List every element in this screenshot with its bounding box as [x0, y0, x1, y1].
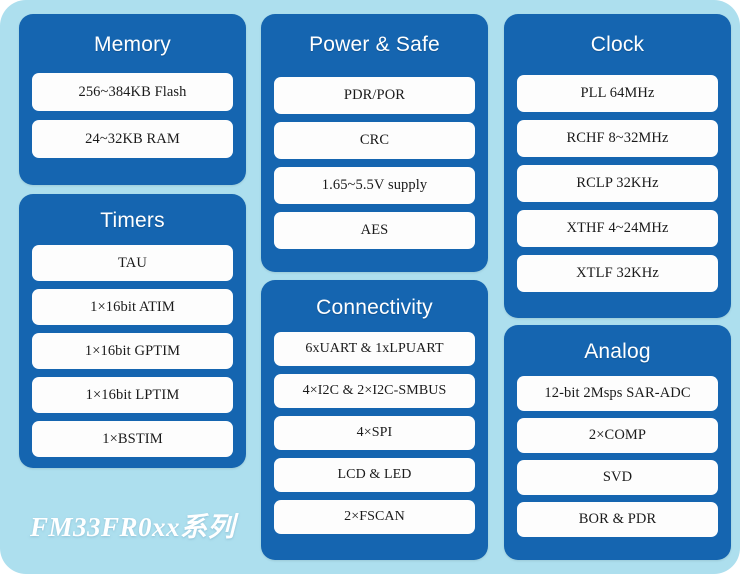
card-title-analog: Analog — [584, 340, 651, 363]
feature-item: 4×SPI — [274, 416, 475, 450]
block-card-power-and-safe: Power & Safe PDR/POR CRC 1.65~5.5V suppl… — [261, 14, 488, 272]
feature-list-clock: PLL 64MHz RCHF 8~32MHz RCLP 32KHz XTHF 4… — [504, 75, 731, 292]
card-title-connectivity: Connectivity — [316, 296, 433, 319]
block-card-connectivity: Connectivity 6xUART & 1xLPUART 4×I2C & 2… — [261, 280, 488, 560]
card-title-timers: Timers — [100, 209, 165, 232]
feature-item: 24~32KB RAM — [32, 120, 233, 158]
feature-item: 1×BSTIM — [32, 421, 233, 457]
feature-item: 12-bit 2Msps SAR-ADC — [517, 376, 718, 411]
feature-item: 1×16bit LPTIM — [32, 377, 233, 413]
feature-item: SVD — [517, 460, 718, 495]
card-title-memory: Memory — [93, 33, 172, 56]
feature-item: XTLF 32KHz — [517, 255, 718, 292]
feature-list-power-and-safe: PDR/POR CRC 1.65~5.5V supply AES — [261, 77, 488, 249]
feature-item: 1×16bit ATIM — [32, 289, 233, 325]
feature-item: TAU — [32, 245, 233, 281]
block-card-analog: Analog 12-bit 2Msps SAR-ADC 2×COMP SVD B… — [504, 325, 731, 560]
feature-item: 2×FSCAN — [274, 500, 475, 534]
card-title-power-and-safe: Power & Safe — [309, 33, 440, 56]
block-card-memory: Memory 256~384KB Flash 24~32KB RAM — [19, 14, 246, 185]
feature-item: PDR/POR — [274, 77, 475, 114]
feature-item: XTHF 4~24MHz — [517, 210, 718, 247]
mcu-block-diagram: Memory 256~384KB Flash 24~32KB RAM Timer… — [0, 0, 740, 574]
feature-item: RCLP 32KHz — [517, 165, 718, 202]
feature-item: 2×COMP — [517, 418, 718, 453]
feature-item: 1×16bit GPTIM — [32, 333, 233, 369]
feature-item: BOR & PDR — [517, 502, 718, 537]
feature-list-timers: TAU 1×16bit ATIM 1×16bit GPTIM 1×16bit L… — [19, 245, 246, 457]
product-series-label: FM33FR0xx系列 — [30, 512, 236, 542]
feature-list-connectivity: 6xUART & 1xLPUART 4×I2C & 2×I2C-SMBUS 4×… — [261, 332, 488, 534]
block-card-timers: Timers TAU 1×16bit ATIM 1×16bit GPTIM 1×… — [19, 194, 246, 468]
feature-list-memory: 256~384KB Flash 24~32KB RAM — [19, 73, 246, 158]
feature-item: LCD & LED — [274, 458, 475, 492]
feature-item: RCHF 8~32MHz — [517, 120, 718, 157]
block-card-clock: Clock PLL 64MHz RCHF 8~32MHz RCLP 32KHz … — [504, 14, 731, 318]
feature-item: CRC — [274, 122, 475, 159]
feature-item: 256~384KB Flash — [32, 73, 233, 111]
feature-item: 6xUART & 1xLPUART — [274, 332, 475, 366]
feature-item: AES — [274, 212, 475, 249]
card-title-clock: Clock — [590, 33, 645, 56]
feature-item: PLL 64MHz — [517, 75, 718, 112]
feature-list-analog: 12-bit 2Msps SAR-ADC 2×COMP SVD BOR & PD… — [504, 376, 731, 537]
feature-item: 4×I2C & 2×I2C-SMBUS — [274, 374, 475, 408]
feature-item: 1.65~5.5V supply — [274, 167, 475, 204]
